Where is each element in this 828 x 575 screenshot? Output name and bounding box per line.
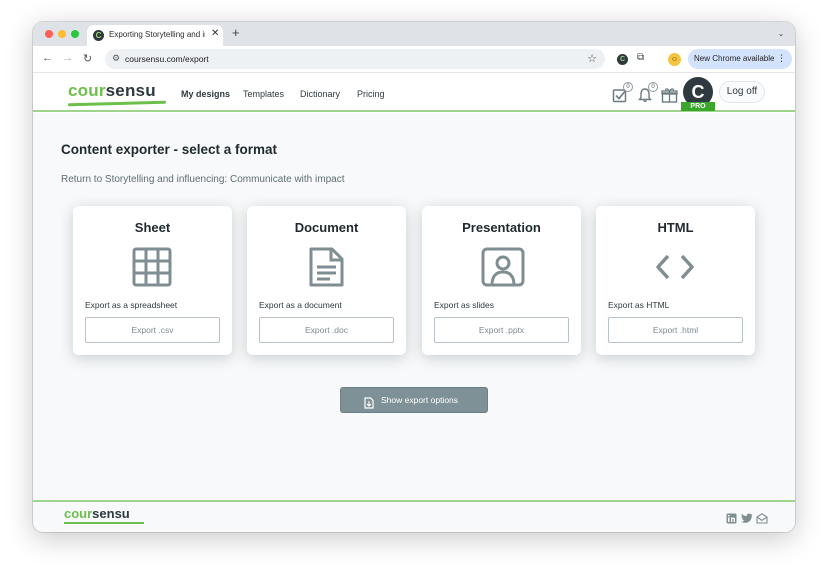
page-title: Content exporter - select a format: [61, 142, 278, 157]
email-icon[interactable]: [756, 511, 768, 524]
footer-logo-part1: cour: [64, 506, 93, 521]
tasks-count-badge: 0: [623, 82, 633, 92]
linkedin-icon[interactable]: [726, 511, 737, 524]
export-card-document: Document Export as a document Export .do…: [247, 206, 406, 355]
extension-coursensu-icon[interactable]: C: [617, 54, 628, 65]
export-card-presentation: Presentation Export as slides Export .pp…: [422, 206, 581, 355]
back-arrow-icon[interactable]: ←: [42, 52, 53, 64]
bell-icon[interactable]: 0: [637, 82, 658, 103]
card-title: Sheet: [134, 220, 171, 235]
footer-logo[interactable]: coursensu: [64, 506, 130, 521]
slides-icon: [481, 247, 525, 287]
address-url: coursensu.com/export: [125, 54, 209, 64]
bookmark-star-icon[interactable]: ☆: [587, 52, 597, 65]
export-card-sheet: Sheet Export as a spreadsheet Export .cs…: [73, 206, 232, 355]
card-title: HTML: [657, 220, 694, 235]
export-doc-button[interactable]: Export .doc: [259, 317, 394, 343]
browser-window: C Exporting Storytelling and influ ✕ + ⌄…: [33, 22, 795, 532]
table-grid-icon: [132, 247, 172, 287]
export-card-html: HTML Export as HTML Export .html: [596, 206, 755, 355]
site-favicon-icon: C: [93, 30, 104, 41]
logo-text-part2: sensu: [105, 81, 156, 100]
document-icon: [306, 247, 346, 287]
site-footer: coursensu: [33, 500, 795, 532]
nav-dictionary[interactable]: Dictionary: [300, 89, 340, 99]
site-info-icon[interactable]: ⚙: [112, 53, 120, 64]
pro-badge: PRO: [681, 102, 715, 111]
export-csv-button[interactable]: Export .csv: [85, 317, 220, 343]
reload-icon[interactable]: ↻: [83, 52, 92, 65]
address-bar[interactable]: ⚙ coursensu.com/export ☆: [105, 49, 605, 69]
show-export-options-label: Show export options: [381, 395, 459, 405]
profile-avatar-icon[interactable]: ☺: [668, 53, 681, 66]
notifications-count-badge: 0: [648, 82, 658, 92]
log-off-button[interactable]: Log off: [719, 81, 765, 103]
card-title: Presentation: [462, 220, 541, 235]
card-description: Export as a spreadsheet: [85, 300, 178, 310]
export-pptx-button[interactable]: Export .pptx: [434, 317, 569, 343]
export-html-button[interactable]: Export .html: [608, 317, 743, 343]
card-description: Export as HTML: [608, 300, 670, 310]
main-content: Content exporter - select a format Retur…: [33, 113, 795, 500]
site-header: coursensu My designs Templates Dictionar…: [33, 73, 795, 112]
browser-tab[interactable]: C Exporting Storytelling and influ ✕: [87, 25, 223, 46]
export-file-icon: [364, 394, 374, 409]
nav-templates[interactable]: Templates: [243, 89, 284, 99]
twitter-icon[interactable]: [741, 511, 753, 523]
close-window-button[interactable]: [45, 30, 53, 38]
card-title: Document: [294, 220, 359, 235]
kebab-menu-icon[interactable]: ⋮: [777, 53, 786, 64]
footer-logo-part2: sensu: [92, 506, 130, 521]
code-icon: [655, 247, 695, 287]
chrome-update-button[interactable]: New Chrome available ⋮: [688, 49, 792, 69]
tab-strip: C Exporting Storytelling and influ ✕ + ⌄: [33, 22, 795, 46]
browser-toolbar: ← → ↻ ⚙ coursensu.com/export ☆ C ⧉ ☺ New…: [33, 46, 795, 73]
tasks-checkbox-icon[interactable]: 0: [612, 82, 633, 103]
forward-arrow-icon[interactable]: →: [62, 52, 73, 64]
tab-search-chevron-icon[interactable]: ⌄: [773, 26, 789, 42]
site-logo[interactable]: coursensu: [68, 81, 156, 101]
nav-pricing[interactable]: Pricing: [357, 89, 385, 99]
card-description: Export as slides: [434, 300, 494, 310]
nav-my-designs[interactable]: My designs: [181, 89, 230, 99]
new-tab-button[interactable]: +: [232, 25, 240, 40]
minimize-window-button[interactable]: [58, 30, 66, 38]
gift-icon[interactable]: [661, 87, 678, 103]
extensions-puzzle-icon[interactable]: ⧉: [637, 52, 644, 63]
logo-swoosh: [67, 100, 167, 107]
logo-text-part1: cour: [68, 81, 106, 100]
card-description: Export as a document: [259, 300, 342, 310]
chrome-update-label: New Chrome available: [694, 54, 775, 63]
show-export-options-button[interactable]: Show export options: [340, 387, 488, 413]
tab-title: Exporting Storytelling and influ: [109, 30, 205, 39]
footer-logo-swoosh: [64, 522, 144, 524]
return-link[interactable]: Return to Storytelling and influencing: …: [61, 174, 344, 185]
tab-close-icon[interactable]: ✕: [211, 28, 219, 39]
maximize-window-button[interactable]: [71, 30, 79, 38]
